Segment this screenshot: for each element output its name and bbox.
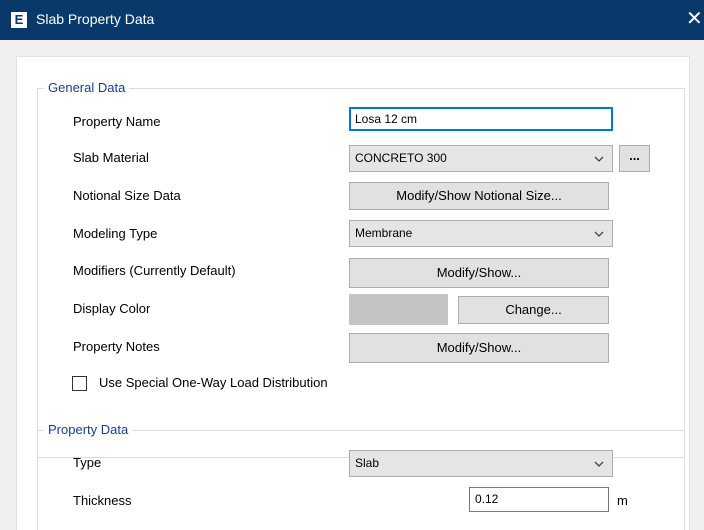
display-color-swatch[interactable] — [349, 294, 448, 325]
property-data-group: Property Data — [37, 421, 685, 530]
slab-material-value: CONCRETO 300 — [355, 151, 447, 165]
display-color-label: Display Color — [73, 301, 151, 316]
chevron-down-icon — [594, 461, 604, 467]
type-label: Type — [73, 455, 102, 470]
modeling-type-label: Modeling Type — [73, 226, 158, 241]
modify-modifiers-button[interactable]: Modify/Show... — [349, 258, 609, 288]
notional-size-label: Notional Size Data — [73, 188, 181, 203]
property-data-title: Property Data — [44, 421, 133, 439]
property-notes-label: Property Notes — [73, 339, 160, 354]
slab-material-select[interactable]: CONCRETO 300 — [349, 145, 613, 172]
property-name-input[interactable]: Losa 12 cm — [349, 107, 613, 131]
type-value: Slab — [355, 456, 380, 470]
thickness-input[interactable]: 0.12 — [469, 487, 609, 512]
property-name-label: Property Name — [73, 114, 161, 129]
window-title: Slab Property Data — [36, 11, 155, 27]
thickness-unit: m — [617, 493, 628, 508]
general-data-title: General Data — [44, 79, 130, 97]
one-way-load-checkbox[interactable] — [72, 376, 87, 391]
modify-notional-size-button[interactable]: Modify/Show Notional Size... — [349, 182, 609, 210]
close-icon[interactable]: ✕ — [686, 8, 704, 30]
change-color-button[interactable]: Change... — [458, 296, 609, 324]
etabs-app-icon: E — [11, 12, 27, 28]
modeling-type-value: Membrane — [355, 226, 413, 240]
type-select[interactable]: Slab — [349, 450, 613, 477]
slab-material-label: Slab Material — [73, 150, 149, 165]
one-way-load-label: Use Special One-Way Load Distribution — [99, 375, 328, 390]
dialog-panel: General Data Property Name Losa 12 cm Sl… — [16, 56, 690, 530]
chevron-down-icon — [594, 156, 604, 162]
modifiers-label: Modifiers (Currently Default) — [73, 263, 236, 278]
slab-material-browse-button[interactable]: ... — [619, 145, 650, 172]
title-bar: E Slab Property Data ✕ — [0, 0, 704, 40]
chevron-down-icon — [594, 231, 604, 237]
modeling-type-select[interactable]: Membrane — [349, 220, 613, 247]
modify-property-notes-button[interactable]: Modify/Show... — [349, 333, 609, 363]
thickness-label: Thickness — [73, 493, 132, 508]
